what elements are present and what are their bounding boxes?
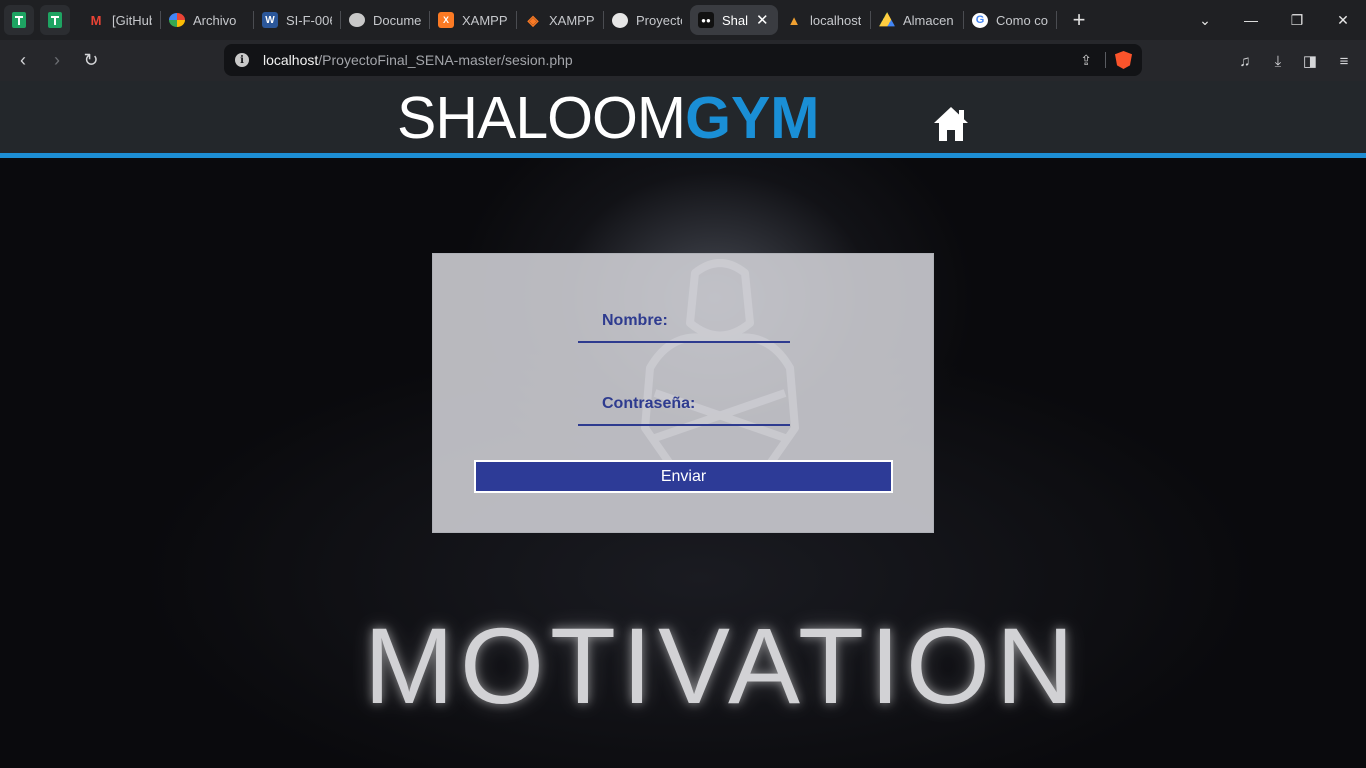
tab-label: Shal bbox=[722, 12, 749, 28]
tab-search-chevron-icon[interactable]: ⌄ bbox=[1182, 0, 1228, 40]
sidebar-icon[interactable]: ◨ bbox=[1299, 50, 1321, 72]
tab-almacen[interactable]: Almacen bbox=[871, 5, 963, 35]
site-logo[interactable]: SHALOOMGYM bbox=[397, 86, 819, 150]
tab-xampp-2[interactable]: ◈ XAMPP c bbox=[517, 5, 603, 35]
gmail-icon: M bbox=[90, 12, 102, 28]
share-icon[interactable]: ⇪ bbox=[1080, 52, 1092, 69]
xampp-diamond-icon: ◈ bbox=[527, 11, 539, 28]
globe-icon bbox=[349, 13, 365, 27]
site-info-icon[interactable]: i bbox=[235, 53, 249, 67]
minimize-button[interactable]: — bbox=[1228, 0, 1274, 40]
close-window-button[interactable]: ✕ bbox=[1320, 0, 1366, 40]
stack-icon: ▲ bbox=[787, 12, 801, 28]
tab-label: XAMPP c bbox=[549, 12, 595, 28]
url-host: localhost bbox=[263, 52, 319, 68]
close-tab-icon[interactable]: ✕ bbox=[756, 11, 769, 29]
tab-label: SI-F-006 bbox=[286, 12, 332, 28]
brave-shields-icon[interactable] bbox=[1115, 51, 1132, 69]
download-icon[interactable]: ⤓ bbox=[1267, 50, 1289, 72]
tab-documentation[interactable]: Documer bbox=[341, 5, 429, 35]
tab-label: Proyecto bbox=[636, 12, 682, 28]
brand-accent: GYM bbox=[685, 85, 820, 151]
login-form: Nombre: Contraseña: Enviar bbox=[432, 253, 934, 533]
tab-label: localhost bbox=[810, 12, 862, 28]
motivation-background-text: MOTIVATION bbox=[364, 605, 1080, 726]
name-input[interactable] bbox=[578, 319, 790, 343]
google-icon: G bbox=[972, 12, 988, 28]
github-icon bbox=[612, 12, 628, 28]
word-icon: W bbox=[262, 12, 278, 28]
xampp-icon: X bbox=[438, 12, 454, 28]
tab-localhost[interactable]: ▲ localhost bbox=[778, 5, 870, 35]
browser-tab-strip: M [GitHub] Archivo W SI-F-006 Documer X … bbox=[0, 0, 1366, 40]
submit-button[interactable]: Enviar bbox=[474, 460, 893, 493]
tab-archivo[interactable]: Archivo bbox=[161, 5, 253, 35]
home-icon[interactable] bbox=[933, 105, 969, 143]
tab-si-f-006[interactable]: W SI-F-006 bbox=[254, 5, 340, 35]
media-icon[interactable]: ♫ bbox=[1234, 50, 1256, 72]
pinned-tab-sheets-2[interactable] bbox=[40, 5, 70, 35]
reload-icon[interactable]: ↻ bbox=[78, 47, 104, 73]
pinned-tab-sheets-1[interactable] bbox=[4, 5, 34, 35]
address-divider bbox=[1105, 52, 1106, 68]
restore-button[interactable]: ❐ bbox=[1274, 0, 1320, 40]
tab-como[interactable]: G Como co bbox=[964, 5, 1056, 35]
url-path: /ProyectoFinal_SENA-master/sesion.php bbox=[318, 52, 573, 68]
tab-label: Como co bbox=[996, 12, 1048, 28]
tab-label: [GitHub] bbox=[112, 12, 152, 28]
menu-icon[interactable]: ≡ bbox=[1333, 50, 1355, 72]
tab-label: Archivo bbox=[193, 12, 237, 28]
page-favicon-icon: ●● bbox=[698, 12, 714, 28]
forward-arrow-icon[interactable]: › bbox=[44, 47, 70, 73]
tab-xampp-1[interactable]: X XAMPP l bbox=[430, 5, 516, 35]
password-input[interactable] bbox=[578, 402, 790, 426]
sheets-icon bbox=[48, 12, 62, 28]
photos-icon bbox=[169, 13, 185, 27]
sheets-icon bbox=[12, 12, 26, 28]
new-tab-button[interactable]: + bbox=[1067, 7, 1091, 33]
tab-label: XAMPP l bbox=[462, 12, 508, 28]
brand-main: SHALOOM bbox=[397, 85, 686, 151]
page-viewport: SHALOOMGYM MOTIVATION Nombre: Contraseña… bbox=[0, 81, 1366, 768]
address-bar[interactable]: i localhost/ProyectoFinal_SENA-master/se… bbox=[224, 44, 1142, 76]
tab-proyecto-github[interactable]: Proyecto bbox=[604, 5, 690, 35]
back-arrow-icon[interactable]: ‹ bbox=[10, 47, 36, 73]
tab-label: Almacen bbox=[903, 12, 954, 28]
site-header: SHALOOMGYM bbox=[0, 81, 1366, 154]
tab-label: Documer bbox=[373, 12, 421, 28]
tab-github-mail[interactable]: M [GitHub] bbox=[80, 5, 160, 35]
tab-divider bbox=[1056, 11, 1057, 29]
drive-icon bbox=[879, 12, 895, 27]
tab-shaloom-active[interactable]: ●● Shal ✕ bbox=[690, 5, 778, 35]
